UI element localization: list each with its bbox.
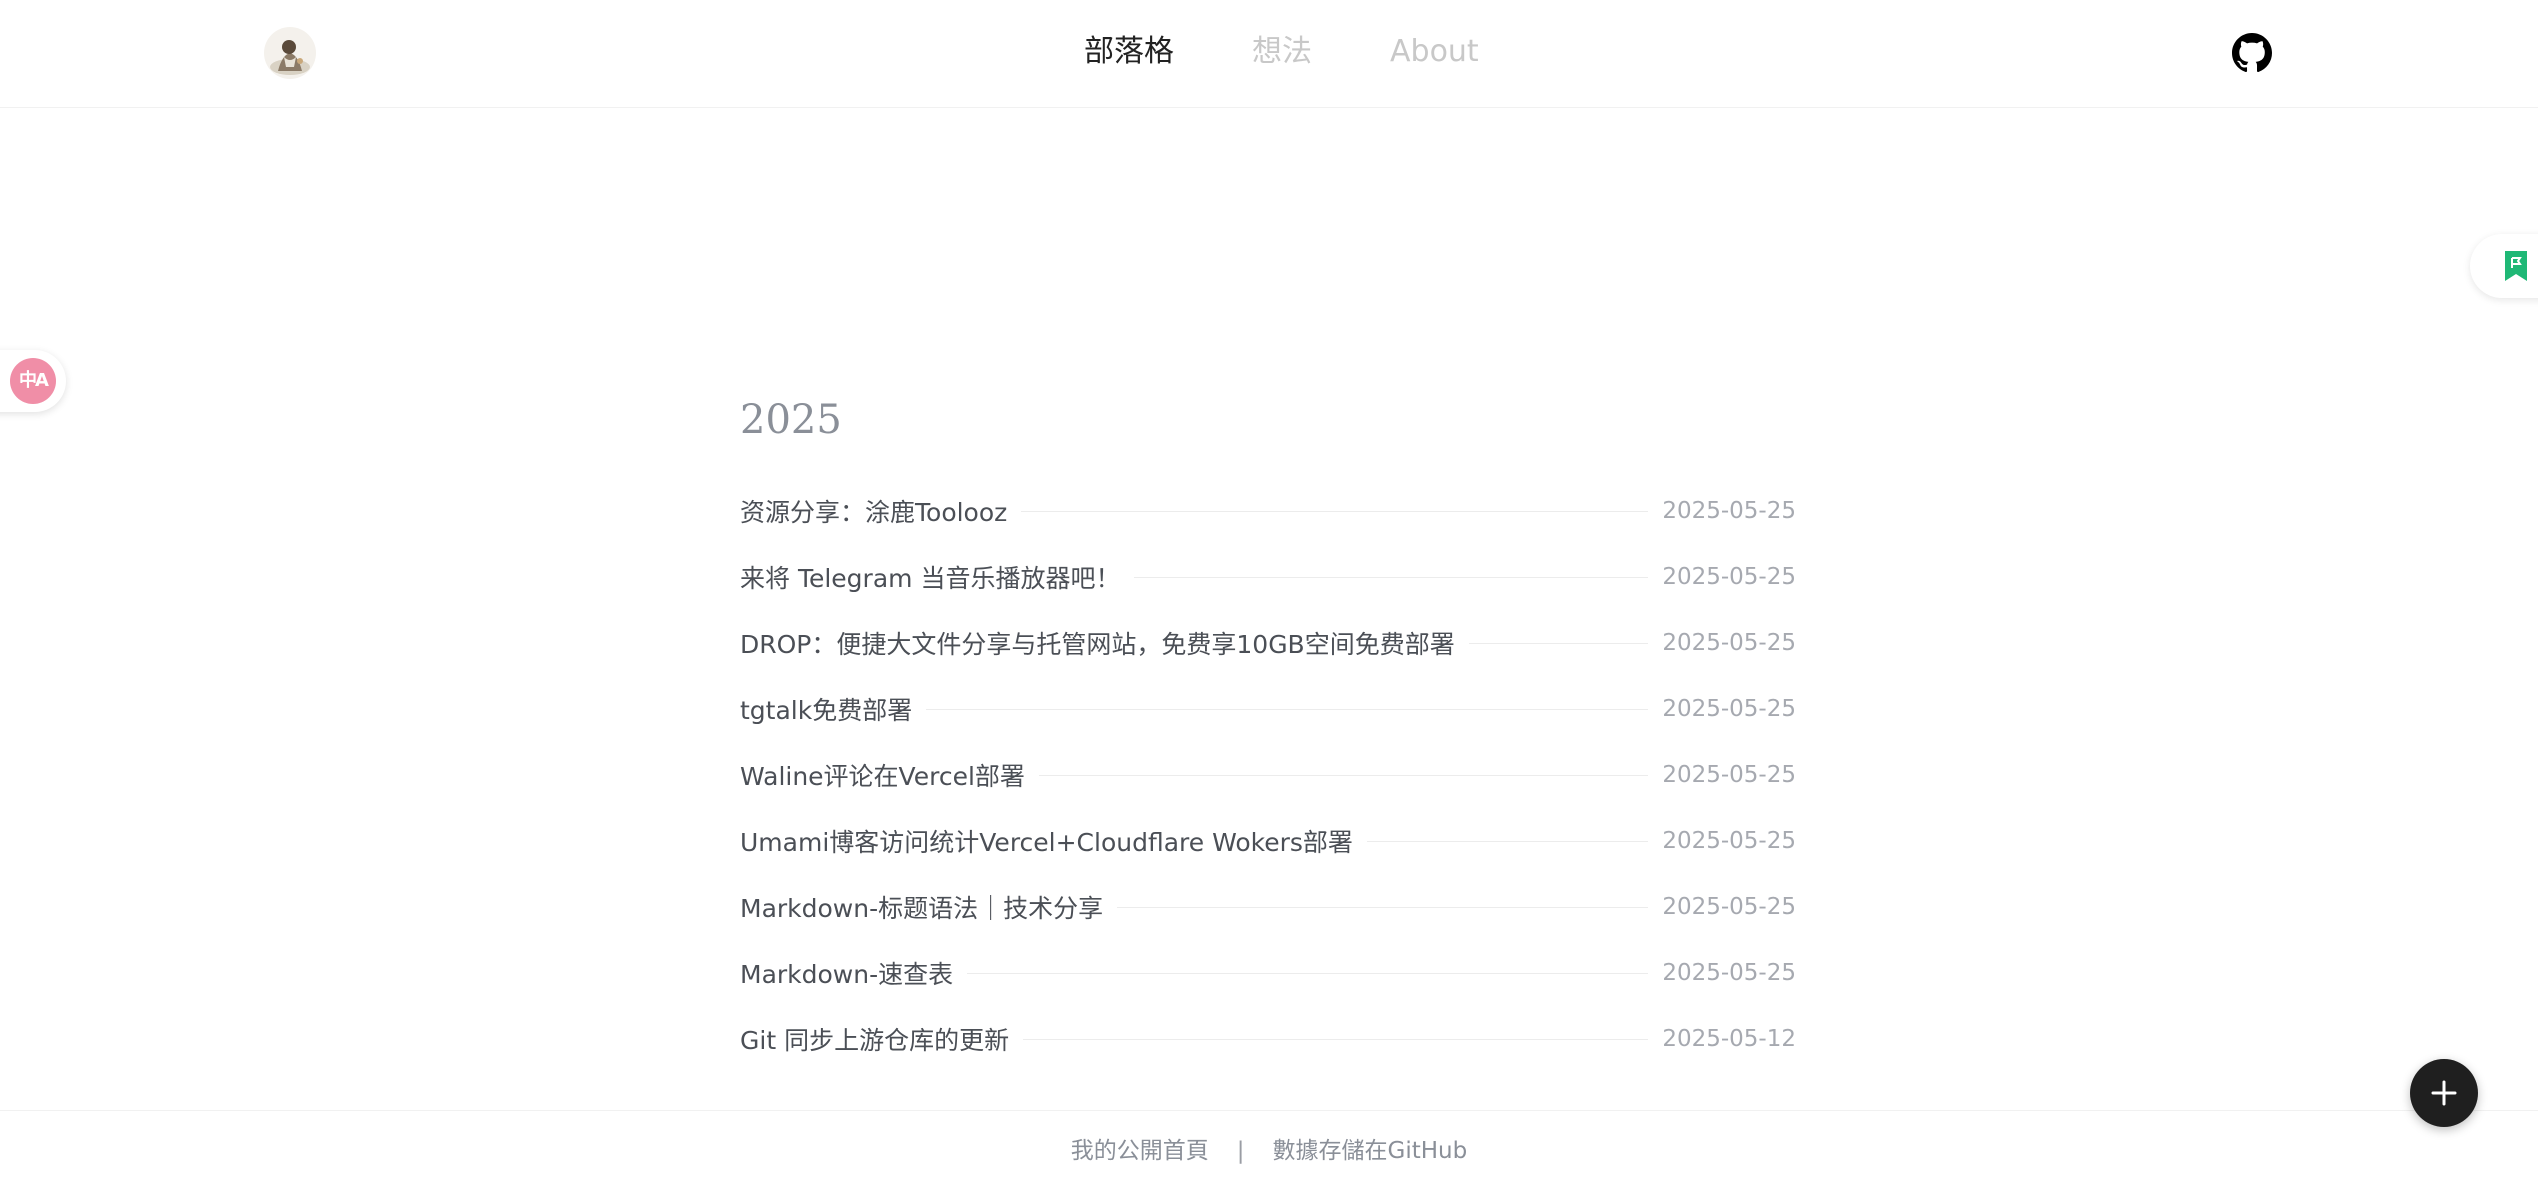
post-title[interactable]: tgtalk免费部署 bbox=[740, 691, 912, 727]
post-item[interactable]: Waline评论在Vercel部署 2025-05-25 bbox=[740, 742, 1796, 808]
nav-ideas[interactable]: 想法 bbox=[1252, 30, 1312, 74]
post-title[interactable]: 来将 Telegram 当音乐播放器吧！ bbox=[740, 559, 1120, 595]
footer-storage-link[interactable]: 數據存儲在GitHub bbox=[1273, 1138, 1468, 1164]
post-title[interactable]: DROP：便捷大文件分享与托管网站，免费享10GB空间免费部署 bbox=[740, 625, 1455, 661]
post-date: 2025-05-25 bbox=[1662, 696, 1796, 722]
post-divider bbox=[1366, 840, 1649, 842]
post-divider bbox=[1468, 642, 1649, 644]
post-date: 2025-05-25 bbox=[1662, 630, 1796, 656]
post-date: 2025-05-25 bbox=[1662, 828, 1796, 854]
post-date: 2025-05-25 bbox=[1662, 564, 1796, 590]
footer-home-link[interactable]: 我的公開首頁 bbox=[1071, 1138, 1209, 1164]
post-divider bbox=[1021, 510, 1649, 512]
post-item[interactable]: 来将 Telegram 当音乐播放器吧！ 2025-05-25 bbox=[740, 544, 1796, 610]
post-item[interactable]: 资源分享：涂鹿Toolooz 2025-05-25 bbox=[740, 478, 1796, 544]
post-date: 2025-05-25 bbox=[1662, 894, 1796, 920]
post-divider bbox=[1117, 906, 1649, 908]
bookmark-icon bbox=[2505, 251, 2527, 281]
site-footer: 我的公開首頁 | 數據存儲在GitHub bbox=[0, 1110, 2538, 1183]
post-item[interactable]: tgtalk免费部署 2025-05-25 bbox=[740, 676, 1796, 742]
post-title[interactable]: Markdown-速查表 bbox=[740, 955, 953, 991]
post-title[interactable]: Waline评论在Vercel部署 bbox=[740, 757, 1025, 793]
post-date: 2025-05-12 bbox=[1662, 1026, 1796, 1052]
github-icon[interactable] bbox=[2232, 33, 2272, 73]
post-item[interactable]: Markdown-标题语法｜技术分享 2025-05-25 bbox=[740, 874, 1796, 940]
post-date: 2025-05-25 bbox=[1662, 960, 1796, 986]
post-divider bbox=[1134, 576, 1649, 578]
post-divider bbox=[967, 972, 1649, 974]
post-divider bbox=[1023, 1038, 1649, 1040]
footer-links: 我的公開首頁 | 數據存儲在GitHub bbox=[0, 1131, 2538, 1165]
translate-icon: 中A bbox=[10, 358, 56, 404]
post-item[interactable]: Git 同步上游仓库的更新 2025-05-12 bbox=[740, 1006, 1796, 1072]
translate-button[interactable]: 中A bbox=[0, 350, 66, 412]
nav-blog[interactable]: 部落格 bbox=[1084, 30, 1174, 74]
post-item[interactable]: DROP：便捷大文件分享与托管网站，免费享10GB空间免费部署 2025-05-… bbox=[740, 610, 1796, 676]
post-divider bbox=[926, 708, 1649, 710]
plus-icon bbox=[2431, 1080, 2457, 1106]
main-nav: 部落格 想法 About bbox=[0, 30, 2538, 74]
bookmark-button[interactable] bbox=[2470, 234, 2538, 298]
site-header: 部落格 想法 About bbox=[0, 0, 2538, 108]
post-item[interactable]: Umami博客访问统计Vercel+Cloudflare Wokers部署 20… bbox=[740, 808, 1796, 874]
post-date: 2025-05-25 bbox=[1662, 498, 1796, 524]
footer-separator: | bbox=[1236, 1138, 1245, 1164]
post-list: 资源分享：涂鹿Toolooz 2025-05-25 来将 Telegram 当音… bbox=[740, 478, 1796, 1072]
post-item[interactable]: Markdown-速查表 2025-05-25 bbox=[740, 940, 1796, 1006]
year-heading: 2025 bbox=[740, 397, 842, 443]
post-title[interactable]: Git 同步上游仓库的更新 bbox=[740, 1021, 1009, 1057]
post-date: 2025-05-25 bbox=[1662, 762, 1796, 788]
post-divider bbox=[1038, 774, 1649, 776]
post-title[interactable]: Markdown-标题语法｜技术分享 bbox=[740, 889, 1103, 925]
add-button[interactable] bbox=[2410, 1059, 2478, 1127]
post-title[interactable]: 资源分享：涂鹿Toolooz bbox=[740, 493, 1007, 529]
post-title[interactable]: Umami博客访问统计Vercel+Cloudflare Wokers部署 bbox=[740, 823, 1353, 859]
nav-about[interactable]: About bbox=[1390, 30, 1479, 74]
